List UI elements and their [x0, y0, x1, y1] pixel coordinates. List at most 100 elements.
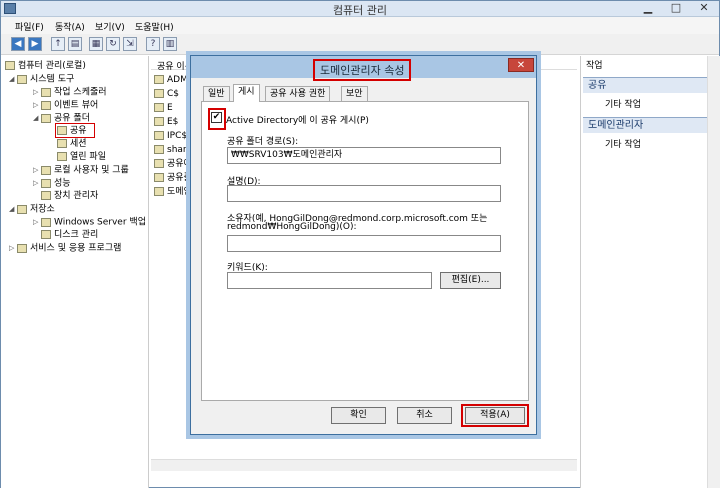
description-field[interactable] [227, 185, 501, 202]
tree-item-task-scheduler[interactable]: ▷ 작업 스케줄러 [33, 86, 107, 98]
backup-icon [41, 217, 51, 227]
minimize-icon[interactable]: ▁ [637, 1, 659, 16]
menu-view[interactable]: 보기(V) [95, 20, 125, 33]
share-icon [154, 103, 164, 112]
publish-label: Active Directory에 이 공유 게시(P) [226, 116, 369, 126]
owner-field[interactable] [227, 235, 501, 252]
publish-checkbox[interactable]: ✔ [211, 112, 222, 123]
tab-publish[interactable]: 게시 [233, 84, 260, 102]
title-bar: 컴퓨터 관리 ▁ □ ✕ [1, 1, 719, 17]
export-list-icon[interactable]: ⇲ [123, 37, 137, 51]
event-viewer-icon [41, 100, 51, 110]
menu-file[interactable]: 파일(F) [15, 20, 44, 33]
session-icon [57, 139, 67, 148]
tree-root[interactable]: 컴퓨터 관리(로컬) [5, 60, 86, 72]
ok-button[interactable]: 확인 [331, 407, 386, 424]
action-pane-icon[interactable]: ▥ [163, 37, 177, 51]
list-item[interactable]: E [154, 102, 173, 114]
clock-icon [41, 87, 51, 97]
action-more-actions[interactable]: 기타 작업 [605, 97, 641, 110]
storage-icon [17, 204, 27, 214]
expand-arrow-icon[interactable]: ▷ [9, 242, 17, 254]
tree-item-open-files[interactable]: 열린 파일 [57, 151, 106, 163]
tree-item-windows-server-backup[interactable]: ▷ Windows Server 백업 [33, 216, 146, 228]
expand-arrow-icon[interactable]: ▷ [33, 164, 41, 176]
disk-icon [41, 230, 51, 239]
vertical-scrollbar[interactable] [707, 56, 720, 488]
horizontal-scrollbar[interactable] [151, 459, 577, 471]
list-item[interactable]: 공유폴 [154, 172, 192, 184]
tree-item-services-apps[interactable]: ▷ 서비스 및 응용 프로그램 [9, 242, 121, 254]
back-arrow-icon[interactable]: ◀ [11, 37, 25, 51]
tree-item-device-manager[interactable]: 장치 관리자 [41, 190, 98, 202]
show-tree-icon[interactable]: ▤ [68, 37, 82, 51]
window-title: 컴퓨터 관리 [332, 4, 388, 17]
share-icon [154, 117, 164, 126]
share-icon [154, 75, 164, 84]
menu-action[interactable]: 동작(A) [55, 20, 85, 33]
share-icon [154, 145, 164, 154]
publish-tab-panel: ✔ Active Directory에 이 공유 게시(P) 공유 폴더 경로(… [201, 101, 529, 401]
tab-general[interactable]: 일반 [203, 86, 230, 101]
action-more-actions[interactable]: 기타 작업 [605, 137, 641, 150]
share-path-field[interactable]: ₩₩SRV103₩도메인관리자 [227, 147, 501, 164]
tree-item-system-tools[interactable]: ◢ 시스템 도구 [9, 73, 74, 85]
expand-arrow-icon[interactable]: ▷ [33, 216, 41, 228]
expand-arrow-icon[interactable]: ▷ [33, 177, 41, 189]
device-manager-icon [41, 191, 51, 200]
tree-item-performance[interactable]: ▷ 성능 [33, 177, 71, 189]
tab-share-permissions[interactable]: 공유 사용 권한 [265, 86, 331, 101]
keywords-field[interactable] [227, 272, 432, 289]
collapse-arrow-icon[interactable]: ◢ [33, 112, 41, 124]
services-icon [17, 243, 27, 253]
action-section-share[interactable]: 공유 [583, 77, 709, 93]
action-section-domain-admin[interactable]: 도메인관리자 [583, 117, 709, 133]
share-icon [154, 131, 164, 140]
computer-icon [5, 61, 15, 70]
tree-item-storage[interactable]: ◢ 저장소 [9, 203, 55, 215]
open-file-icon [57, 152, 67, 161]
share-icon [154, 89, 164, 98]
navigation-tree: 컴퓨터 관리(로컬) ◢ 시스템 도구 ▷ 작업 스케줄러 ▷ 이벤트 뷰어 ◢ 공유 … [1, 56, 149, 488]
menu-bar: 파일(F) 동작(A) 보기(V) 도움말(H) [1, 17, 719, 34]
cancel-button[interactable]: 취소 [397, 407, 452, 424]
shared-folder-icon [41, 113, 51, 123]
tree-item-event-viewer[interactable]: ▷ 이벤트 뷰어 [33, 99, 98, 111]
shares-highlight [55, 123, 95, 138]
list-item[interactable]: 도메인 [154, 186, 192, 198]
collapse-arrow-icon[interactable]: ◢ [9, 73, 17, 85]
list-item[interactable]: IPC$ [154, 130, 187, 142]
edit-keywords-button[interactable]: 편집(E)... [440, 272, 501, 289]
share-icon [154, 187, 164, 196]
tools-icon [17, 74, 27, 84]
expand-arrow-icon[interactable]: ▷ [33, 86, 41, 98]
collapse-arrow-icon[interactable]: ◢ [9, 203, 17, 215]
list-item[interactable]: C$ [154, 88, 179, 100]
apply-button[interactable]: 적용(A) [465, 407, 525, 424]
properties-dialog: 도메인관리자 속성 ✕ 일반 게시 공유 사용 권한 보안 ✔ Active D… [190, 55, 537, 435]
actions-header: 작업 [581, 59, 709, 73]
forward-arrow-icon[interactable]: ▶ [28, 37, 42, 51]
performance-icon [41, 178, 51, 188]
menu-help[interactable]: 도움말(H) [135, 20, 174, 33]
share-path-label: 공유 폴더 경로(S): [227, 137, 299, 147]
actions-pane: 작업 공유 기타 작업 도메인관리자 기타 작업 [580, 56, 720, 488]
close-icon[interactable]: ✕ [693, 1, 715, 16]
tree-item-local-users[interactable]: ▷ 로컬 사용자 및 그룹 [33, 164, 129, 176]
list-item[interactable]: E$ [154, 116, 178, 128]
up-folder-icon[interactable]: ↑ [51, 37, 65, 51]
properties-icon[interactable]: ▦ [89, 37, 103, 51]
expand-arrow-icon[interactable]: ▷ [33, 99, 41, 111]
maximize-icon[interactable]: □ [665, 1, 687, 16]
owner-label-line2: redmond₩HongGilDong)(O): [227, 222, 357, 232]
tab-security[interactable]: 보안 [341, 86, 368, 101]
users-icon [41, 165, 51, 175]
tree-item-sessions[interactable]: 세션 [57, 138, 87, 150]
help-icon[interactable]: ? [146, 37, 160, 51]
dialog-title: 도메인관리자 속성 [313, 59, 412, 81]
dialog-title-bar: 도메인관리자 속성 ✕ [191, 56, 536, 81]
tree-item-disk-management[interactable]: 디스크 관리 [41, 229, 98, 241]
close-icon[interactable]: ✕ [508, 58, 534, 72]
refresh-icon[interactable]: ↻ [106, 37, 120, 51]
list-item[interactable]: 공유여 [154, 158, 192, 170]
